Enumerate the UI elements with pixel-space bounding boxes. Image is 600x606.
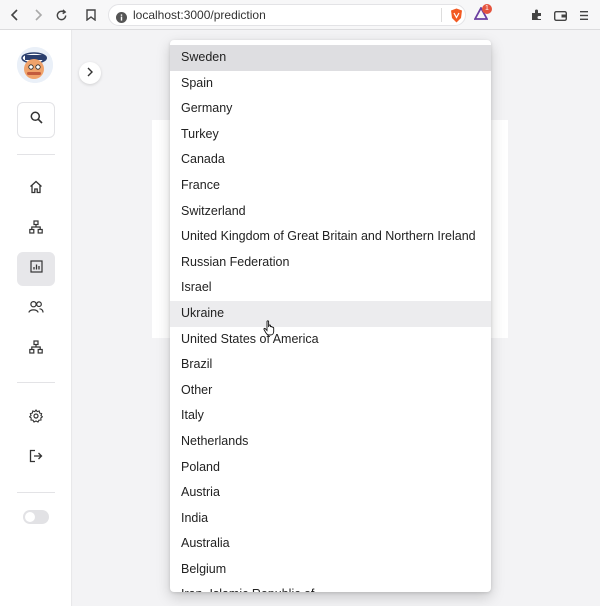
home-icon: [29, 180, 43, 199]
sidebar-item-settings[interactable]: [17, 401, 55, 435]
country-option-list: Sweden Spain Germany Turkey Canada France Swit…: [170, 45, 491, 592]
brave-rewards-icon[interactable]: 1: [473, 4, 492, 21]
forward-icon[interactable]: [29, 6, 47, 24]
country-option[interactable]: Iran, Islamic Republic of...: [170, 582, 491, 592]
chart-icon: [29, 260, 43, 278]
country-option[interactable]: Netherlands: [170, 429, 491, 455]
country-option[interactable]: Brazil: [170, 352, 491, 378]
country-option[interactable]: United Kingdom of Great Britain and Nort…: [170, 224, 491, 250]
theme-toggle[interactable]: [23, 510, 49, 524]
hierarchy-icon: [29, 339, 43, 359]
country-option[interactable]: Turkey: [170, 122, 491, 148]
gear-icon: [28, 408, 44, 428]
country-option[interactable]: Australia: [170, 531, 491, 557]
country-option[interactable]: India: [170, 506, 491, 532]
chevron-right-icon: [86, 64, 94, 82]
country-option[interactable]: Switzerland: [170, 199, 491, 225]
country-option[interactable]: Belgium: [170, 557, 491, 583]
sidebar-divider: [17, 154, 55, 155]
app-logo[interactable]: [17, 47, 53, 83]
extensions-icon[interactable]: [528, 6, 546, 24]
country-option[interactable]: Austria: [170, 480, 491, 506]
url-divider: [441, 8, 442, 22]
country-option[interactable]: Canada: [170, 147, 491, 173]
sidebar-item-home[interactable]: [17, 172, 55, 206]
notification-badge: 1: [482, 4, 492, 14]
sidebar-item-logout[interactable]: [17, 441, 55, 475]
search-button[interactable]: [17, 102, 55, 138]
country-option[interactable]: Russian Federation: [170, 250, 491, 276]
country-option[interactable]: Spain: [170, 71, 491, 97]
address-bar[interactable]: localhost:3000/prediction: [108, 4, 466, 26]
sidebar-item-users[interactable]: [17, 292, 55, 326]
url-text: localhost:3000/prediction: [133, 8, 266, 22]
sidebar-item-network-2[interactable]: [17, 332, 55, 366]
menu-icon[interactable]: [575, 6, 593, 24]
expand-sidebar-button[interactable]: [79, 62, 101, 84]
country-option[interactable]: United States of America: [170, 327, 491, 353]
toggle-knob: [25, 512, 35, 522]
country-option[interactable]: Other: [170, 378, 491, 404]
wallet-icon[interactable]: [551, 6, 569, 24]
country-option[interactable]: Italy: [170, 403, 491, 429]
browser-toolbar: localhost:3000/prediction 1: [0, 0, 600, 30]
sidebar-item-prediction[interactable]: [17, 252, 55, 286]
sidebar-divider: [17, 492, 55, 493]
country-option[interactable]: France: [170, 173, 491, 199]
sidebar: [0, 30, 72, 606]
site-info-icon[interactable]: [116, 10, 127, 28]
search-icon: [30, 111, 43, 129]
sidebar-item-network[interactable]: [17, 212, 55, 246]
users-icon: [28, 300, 44, 319]
country-option[interactable]: Germany: [170, 96, 491, 122]
country-option[interactable]: Ukraine: [170, 300, 491, 327]
brave-shields-icon[interactable]: [450, 8, 463, 28]
reload-icon[interactable]: [52, 6, 70, 24]
back-icon[interactable]: [6, 6, 24, 24]
country-option[interactable]: Sweden: [170, 45, 491, 71]
network-icon: [29, 219, 43, 239]
country-dropdown-menu[interactable]: Sweden Spain Germany Turkey Canada France Swit…: [170, 40, 491, 592]
sidebar-divider: [17, 382, 55, 383]
country-option[interactable]: Israel: [170, 275, 491, 301]
hand-cursor-icon: [263, 320, 277, 336]
country-option[interactable]: Poland: [170, 455, 491, 481]
logout-icon: [29, 449, 43, 468]
bookmark-icon[interactable]: [82, 6, 100, 24]
